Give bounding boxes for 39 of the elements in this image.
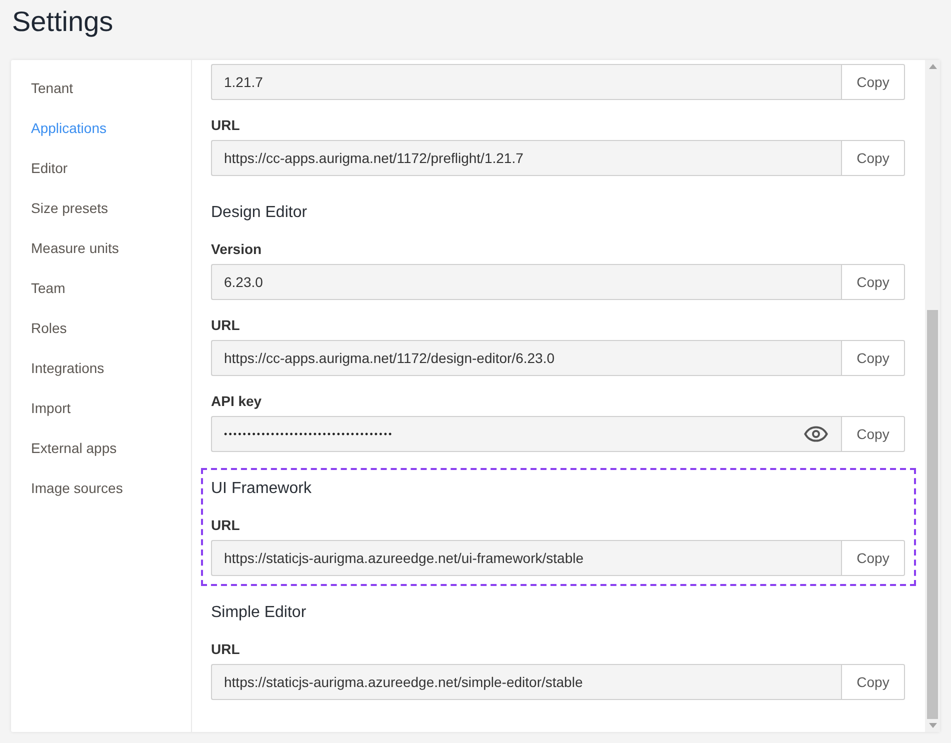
sidebar-item[interactable]: External apps — [31, 428, 117, 468]
field-label: URL — [211, 640, 240, 658]
copy-button[interactable]: Copy — [841, 140, 905, 176]
copy-button[interactable]: Copy — [841, 264, 905, 300]
copy-button[interactable]: Copy — [841, 540, 905, 576]
sidebar-item[interactable]: Integrations — [31, 348, 104, 388]
section-heading: UI Framework — [211, 479, 312, 499]
section-heading: Design Editor — [211, 203, 308, 223]
field-label: Version — [211, 240, 262, 258]
sidebar-item[interactable]: Import — [31, 388, 71, 428]
field-label: URL — [211, 316, 240, 334]
field-label: URL — [211, 516, 240, 534]
field-label: URL — [211, 116, 240, 134]
scrollbar-thumb[interactable] — [927, 310, 938, 719]
copy-button[interactable]: Copy — [841, 64, 905, 100]
password-field[interactable]: •••••••••••••••••••••••••••••••••••• — [211, 416, 841, 452]
sidebar-item[interactable]: Roles — [31, 308, 67, 348]
text-field[interactable]: https://cc-apps.aurigma.net/1172/design-editor/6.23.0 — [211, 340, 841, 376]
text-field[interactable]: 1.21.7 — [211, 64, 841, 100]
copy-button[interactable]: Copy — [841, 416, 905, 452]
field-label: API key — [211, 392, 262, 410]
scroll-up-icon[interactable] — [928, 64, 936, 69]
sidebar-item[interactable]: Size presets — [31, 188, 108, 228]
scrollbar-track[interactable] — [925, 60, 940, 732]
section-heading: Simple Editor — [211, 603, 306, 623]
page-title: Settings — [12, 5, 114, 39]
text-field[interactable]: https://cc-apps.aurigma.net/1172/preflight/1.21.7 — [211, 140, 841, 176]
sidebar-item[interactable]: Measure units — [31, 228, 119, 268]
text-field[interactable]: https://staticjs-aurigma.azureedge.net/ui-framework/stable — [211, 540, 841, 576]
copy-button[interactable]: Copy — [841, 340, 905, 376]
text-field[interactable]: https://staticjs-aurigma.azureedge.net/simple-editor/stable — [211, 664, 841, 700]
scroll-down-icon[interactable] — [928, 723, 936, 728]
sidebar-item[interactable]: Team — [31, 268, 66, 308]
text-field[interactable]: 6.23.0 — [211, 264, 841, 300]
sidebar-item[interactable]: Tenant — [31, 68, 74, 108]
copy-button[interactable]: Copy — [841, 664, 905, 700]
sidebar-item[interactable]: Image sources — [31, 468, 123, 508]
eye-icon[interactable] — [804, 426, 828, 442]
sidebar-item[interactable]: Editor — [31, 148, 68, 188]
